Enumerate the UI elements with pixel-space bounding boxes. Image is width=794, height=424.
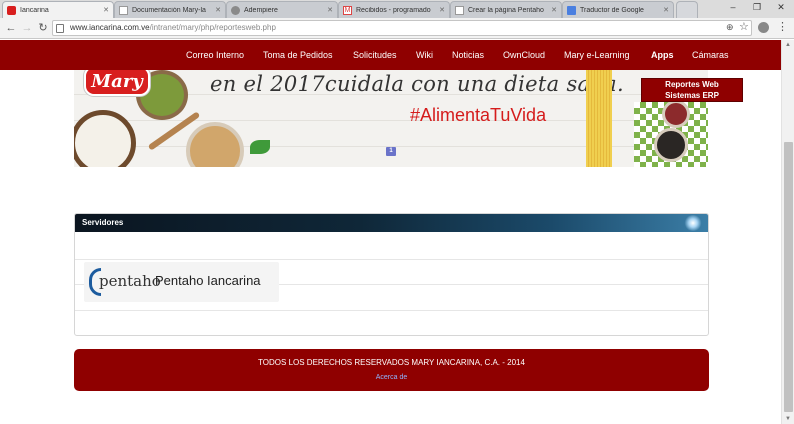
servers-panel: Servidores pentaho Pentaho Iancarina <box>74 213 709 336</box>
banner-slogan: en el 2017cuidala con una dieta sana. <box>210 72 624 96</box>
browser-tab-strip: Iancarina ✕ Documentación Mary-la ✕ Adem… <box>0 0 794 18</box>
rice-bowl-image <box>74 110 136 167</box>
copyright-text: TODOS LOS DERECHOS RESERVADOS MARY IANCA… <box>258 358 525 367</box>
apps-dropdown-menu: Reportes Web Sistemas ERP <box>641 78 743 102</box>
panel-title: Servidores <box>82 218 124 227</box>
menu-item-sistemas-erp[interactable]: Sistemas ERP <box>642 90 742 101</box>
address-bar-input[interactable]: www.iancarina.com.ve/intranet/mary/php/r… <box>52 20 752 36</box>
promo-banner: Mary en el 2017cuidala con una dieta san… <box>74 70 708 167</box>
tab-label: Recibidos - programado <box>356 6 431 14</box>
bookmark-star-icon[interactable]: ☆ <box>739 20 749 33</box>
tab-label: Adempiere <box>244 6 278 14</box>
minimize-button[interactable]: – <box>722 1 744 13</box>
tab-label: Iancarina <box>20 6 49 14</box>
nav-owncloud[interactable]: OwnCloud <box>503 50 545 60</box>
wood-plank-line <box>74 120 708 121</box>
nav-wiki[interactable]: Wiki <box>416 50 433 60</box>
maximize-button[interactable]: ❐ <box>746 1 768 13</box>
nav-toma-de-pedidos[interactable]: Toma de Pedidos <box>263 50 333 60</box>
tab-traductor[interactable]: Traductor de Google ✕ <box>562 1 674 18</box>
mary-logo: Mary <box>84 70 150 96</box>
scroll-down-arrow-icon[interactable]: ▼ <box>785 416 791 422</box>
black-beans-bowl-image <box>654 128 688 162</box>
menu-item-reportes-web[interactable]: Reportes Web <box>642 79 742 90</box>
close-icon[interactable]: ✕ <box>103 6 109 14</box>
pentaho-label: Pentaho Iancarina <box>155 273 261 288</box>
forward-arrow-icon[interactable]: → <box>20 21 34 35</box>
about-link[interactable]: Acerca de <box>74 374 709 381</box>
close-icon[interactable]: ✕ <box>439 6 445 14</box>
nav-correo-interno[interactable]: Correo Interno <box>186 50 244 60</box>
adempiere-favicon-icon <box>231 5 240 15</box>
translate-favicon-icon <box>567 5 576 15</box>
gmail-favicon-icon: M <box>343 5 352 15</box>
doc-favicon-icon <box>455 5 464 15</box>
page-scrollbar[interactable]: ▲ ▼ <box>781 40 794 424</box>
leaf-image <box>250 140 270 154</box>
scroll-thumb[interactable] <box>784 142 793 412</box>
pentaho-server-link[interactable]: pentaho Pentaho Iancarina <box>84 262 279 302</box>
tab-recibidos[interactable]: M Recibidos - programado ✕ <box>338 1 450 18</box>
tab-adempiere[interactable]: Adempiere ✕ <box>226 1 338 18</box>
url-host: www.iancarina.com.ve <box>70 23 150 32</box>
pentaho-logo-text: pentaho <box>99 272 161 290</box>
red-beans-bowl-image <box>662 100 690 128</box>
banner-hashtag: #AlimentaTuVida <box>410 105 547 125</box>
slide-indicator[interactable]: 1 <box>386 147 396 156</box>
tab-label: Crear la página Pentaho <box>468 6 544 14</box>
nav-camaras[interactable]: Cámaras <box>692 50 729 60</box>
panel-header: Servidores <box>75 214 708 232</box>
nav-apps[interactable]: Apps <box>651 50 674 60</box>
tab-iancarina[interactable]: Iancarina ✕ <box>2 1 114 18</box>
site-nav-bar: Correo Interno Toma de Pedidos Solicitud… <box>0 40 781 70</box>
browser-toolbar: ← → ↻ www.iancarina.com.ve/intranet/mary… <box>0 18 794 39</box>
tab-label: Traductor de Google <box>580 6 644 14</box>
footer: TODOS LOS DERECHOS RESERVADOS MARY IANCA… <box>74 349 709 391</box>
page-icon <box>56 24 64 33</box>
close-icon[interactable]: ✕ <box>327 6 333 14</box>
url-path: /intranet/mary/php/reportesweb.php <box>149 23 276 32</box>
row-divider <box>75 310 708 311</box>
pasta-image <box>586 70 612 167</box>
tab-crear-pagina-pentaho[interactable]: Crear la página Pentaho ✕ <box>450 1 562 18</box>
header-glow <box>684 215 702 231</box>
reload-icon[interactable]: ↻ <box>36 21 50 35</box>
mary-favicon-icon <box>7 5 16 15</box>
close-icon[interactable]: ✕ <box>551 6 557 14</box>
nav-noticias[interactable]: Noticias <box>452 50 484 60</box>
doc-favicon-icon <box>119 5 128 15</box>
close-icon[interactable]: ✕ <box>215 6 221 14</box>
browser-menu-icon[interactable]: ⋮ <box>777 21 788 33</box>
chickpea-bowl-image <box>186 122 244 167</box>
nav-mary-elearning[interactable]: Mary e-Learning <box>564 50 630 60</box>
close-icon[interactable]: ✕ <box>663 6 669 14</box>
scroll-up-arrow-icon[interactable]: ▲ <box>785 42 791 48</box>
row-divider <box>75 259 708 260</box>
tab-documentacion[interactable]: Documentación Mary-la ✕ <box>114 1 226 18</box>
new-tab-button[interactable] <box>676 1 698 18</box>
zoom-icon[interactable]: ⊕ <box>726 22 734 33</box>
window-close-button[interactable]: ✕ <box>770 1 792 13</box>
extension-icon[interactable] <box>758 22 769 33</box>
tab-label: Documentación Mary-la <box>132 6 206 14</box>
nav-solicitudes[interactable]: Solicitudes <box>353 50 397 60</box>
back-arrow-icon[interactable]: ← <box>4 21 18 35</box>
